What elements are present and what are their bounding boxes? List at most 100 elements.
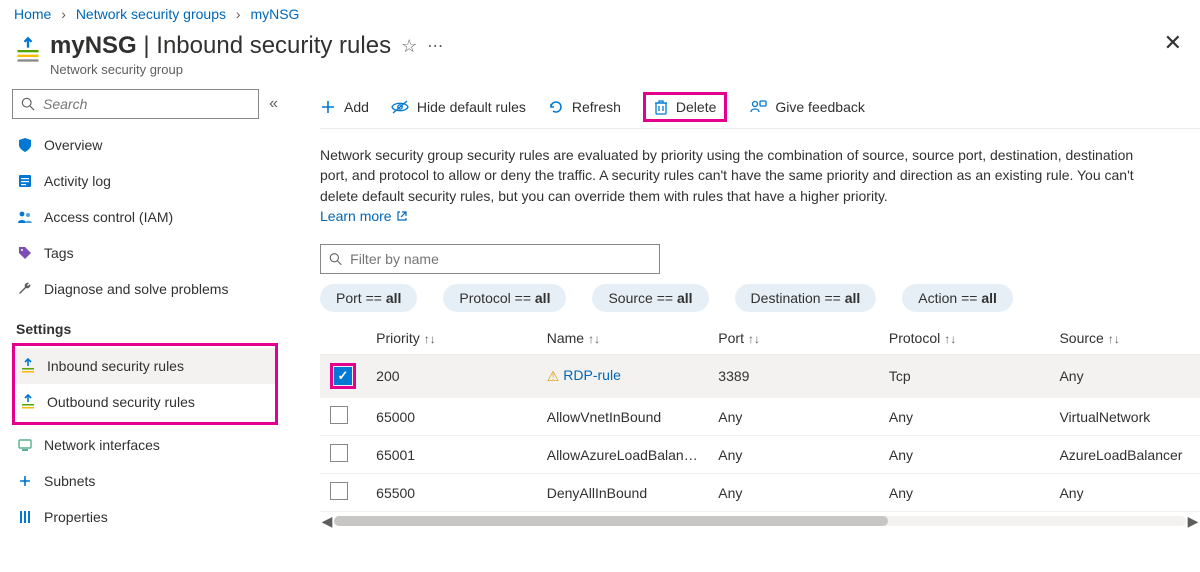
sidebar-item-activity-log[interactable]: Activity log [12,163,278,199]
scroll-left-icon[interactable]: ◀ [320,513,334,530]
search-icon [329,252,342,266]
cell-source: VirtualNetwork [1049,398,1200,436]
pill-protocol[interactable]: Protocol == all [443,284,566,312]
add-button[interactable]: Add [320,99,369,115]
close-icon[interactable]: ✕ [1164,30,1182,56]
sort-icon: ↑↓ [588,332,600,346]
sort-icon: ↑↓ [424,332,436,346]
col-port[interactable]: Port↑↓ [708,322,879,355]
sidebar-item-label: Overview [44,137,102,153]
hide-default-rules-button[interactable]: Hide default rules [391,99,526,115]
scroll-right-icon[interactable]: ▶ [1186,513,1200,530]
col-name[interactable]: Name↑↓ [537,322,709,355]
search-input[interactable] [41,95,250,113]
breadcrumb-item[interactable]: Network security groups [76,6,226,22]
feedback-icon [749,99,767,115]
cell-priority: 65001 [366,436,537,474]
horizontal-scrollbar[interactable]: ◀ ▶ [320,514,1200,528]
sidebar-item-properties[interactable]: Properties [12,499,278,535]
more-icon[interactable]: ⋯ [427,36,444,56]
breadcrumb-item[interactable]: myNSG [250,6,299,22]
sidebar-item-network-interfaces[interactable]: Network interfaces [12,427,278,463]
table-row[interactable]: 65000AllowVnetInBoundAnyAnyVirtualNetwor… [320,398,1200,436]
rule-name: DenyAllInBound [547,485,647,501]
scroll-thumb[interactable] [334,516,888,526]
sidebar-item-access-control[interactable]: Access control (IAM) [12,199,278,235]
col-source[interactable]: Source↑↓ [1049,322,1200,355]
refresh-button[interactable]: Refresh [548,99,621,115]
sidebar-item-label: Outbound security rules [47,394,195,410]
breadcrumb-item[interactable]: Home [14,6,51,22]
eye-slash-icon [391,99,409,115]
sidebar-search[interactable] [12,89,259,119]
cell-name: AllowAzureLoadBalan… [537,436,709,474]
rule-name-link[interactable]: RDP-rule [563,367,621,383]
pill-source[interactable]: Source == all [592,284,708,312]
sidebar-item-inbound-rules[interactable]: Inbound security rules [15,348,275,384]
rule-name: AllowAzureLoadBalan… [547,447,698,463]
pill-action[interactable]: Action == all [902,284,1013,312]
cell-protocol: Any [879,436,1050,474]
search-icon [21,97,35,111]
rules-table: Priority↑↓ Name↑↓ Port↑↓ Protocol↑↓ Sour… [320,322,1200,512]
cell-port: Any [708,474,879,512]
delete-button[interactable]: Delete [643,92,727,122]
sidebar-item-label: Tags [44,245,74,261]
row-checkbox[interactable] [334,367,352,385]
inbound-rules-icon [19,357,37,375]
cell-priority: 200 [366,355,537,398]
filter-input[interactable] [348,250,651,268]
rule-name: AllowVnetInBound [547,409,661,425]
table-row[interactable]: 65001AllowAzureLoadBalan…AnyAnyAzureLoad… [320,436,1200,474]
sidebar-item-label: Network interfaces [44,437,160,453]
favorite-icon[interactable]: ☆ [401,36,417,57]
cell-name: DenyAllInBound [537,474,709,512]
network-interface-icon [16,436,34,454]
feedback-button[interactable]: Give feedback [749,99,865,115]
row-checkbox[interactable] [330,482,348,500]
sidebar-item-label: Access control (IAM) [44,209,173,225]
col-priority[interactable]: Priority↑↓ [366,322,537,355]
learn-more-link[interactable]: Learn more [320,206,408,226]
warning-icon: ⚠ [547,368,560,384]
chevron-right-icon: › [236,6,241,22]
filter-pills: Port == all Protocol == all Source == al… [320,284,1200,312]
sidebar-item-diagnose[interactable]: Diagnose and solve problems [12,271,278,307]
pill-port[interactable]: Port == all [320,284,417,312]
cell-port: Any [708,436,879,474]
cell-port: Any [708,398,879,436]
cell-name: AllowVnetInBound [537,398,709,436]
sort-icon: ↑↓ [944,332,956,346]
filter-by-name[interactable] [320,244,660,274]
row-checkbox[interactable] [330,444,348,462]
table-row[interactable]: 65500DenyAllInBoundAnyAnyAny [320,474,1200,512]
outbound-rules-icon [19,393,37,411]
cell-protocol: Any [879,474,1050,512]
pill-destination[interactable]: Destination == all [735,284,877,312]
sidebar-item-label: Subnets [44,473,95,489]
cell-source: Any [1049,355,1200,398]
sidebar-item-label: Activity log [44,173,111,189]
scroll-track[interactable] [334,516,1186,526]
description-text: Network security group security rules ar… [320,145,1150,226]
plus-icon [320,99,336,115]
collapse-sidebar-icon[interactable]: « [269,95,278,113]
page-title: myNSG | Inbound security rules [50,32,391,60]
sidebar-item-label: Inbound security rules [47,358,184,374]
tutorial-highlight: Inbound security rules Outbound security… [12,343,278,425]
breadcrumb: Home › Network security groups › myNSG [0,0,1200,26]
properties-icon [16,508,34,526]
sidebar-item-overview[interactable]: Overview [12,127,278,163]
nsg-rules-icon [14,36,42,64]
sidebar-item-outbound-rules[interactable]: Outbound security rules [15,384,275,420]
sidebar-item-subnets[interactable]: Subnets [12,463,278,499]
cell-port: 3389 [708,355,879,398]
col-protocol[interactable]: Protocol↑↓ [879,322,1050,355]
sidebar-item-tags[interactable]: Tags [12,235,278,271]
tag-icon [16,244,34,262]
cell-priority: 65500 [366,474,537,512]
table-row[interactable]: 200⚠RDP-rule3389TcpAny [320,355,1200,398]
row-checkbox[interactable] [330,406,348,424]
page-subtitle: Network security group [50,62,444,77]
subnets-icon [16,472,34,490]
